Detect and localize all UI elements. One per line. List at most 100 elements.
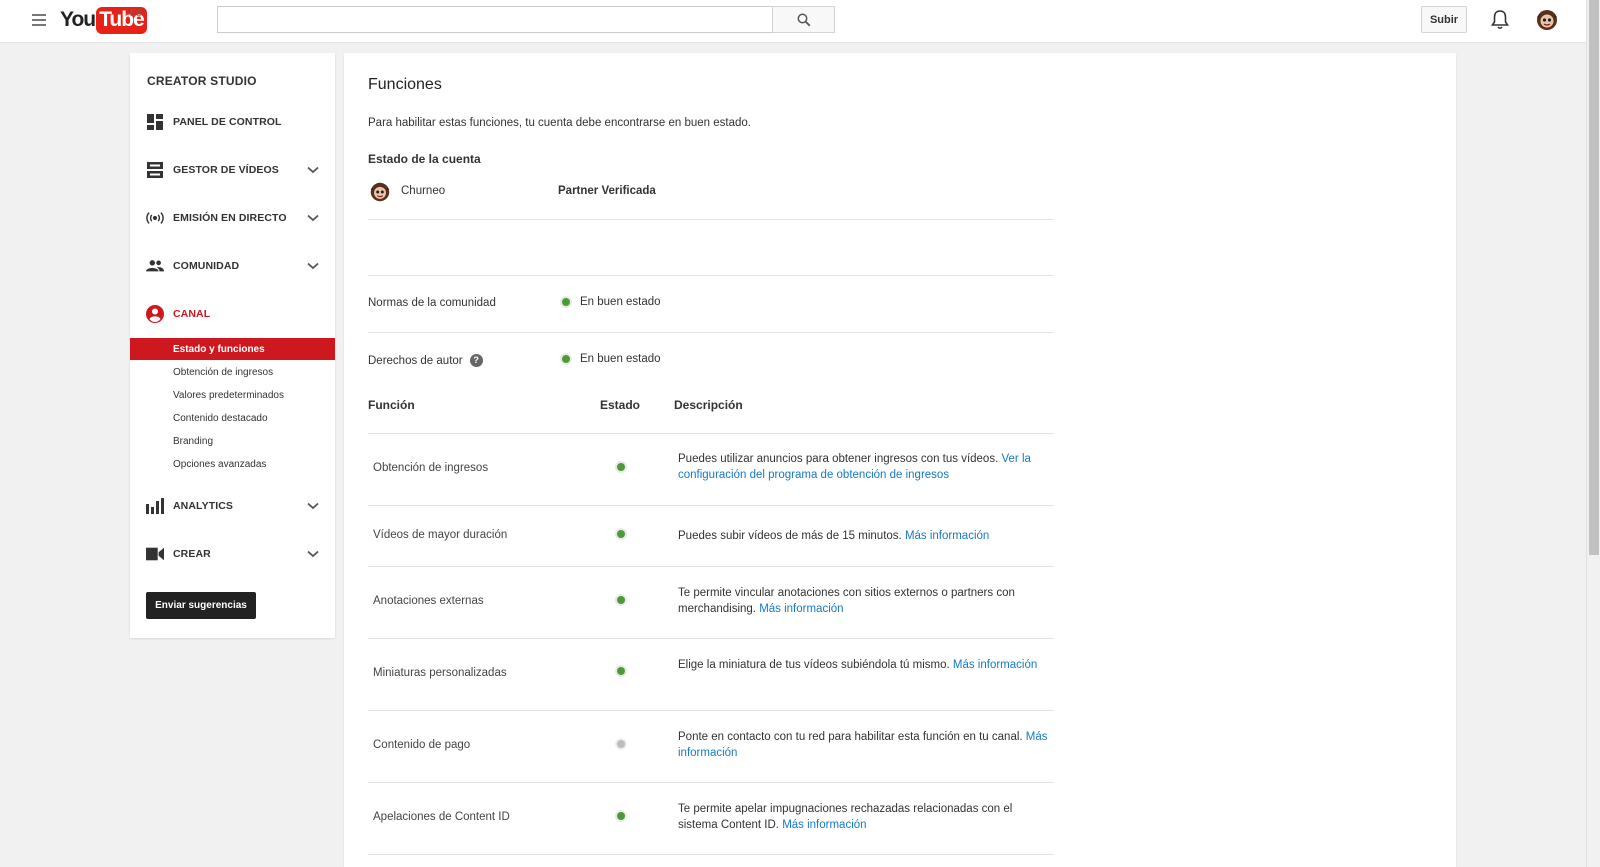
search-button[interactable] bbox=[772, 6, 835, 33]
chevron-down-icon[interactable] bbox=[307, 214, 319, 222]
column-header-status: Estado bbox=[600, 398, 641, 412]
standing-value: En buen estado bbox=[580, 296, 661, 308]
chevron-down-icon[interactable] bbox=[307, 502, 319, 510]
sidebar-item-live[interactable]: EMISIÓN EN DIRECTO bbox=[130, 203, 335, 233]
feature-desc-text: Puedes utilizar anuncios para obtener in… bbox=[678, 453, 1002, 465]
feature-desc-text: Ponte en contacto con tu red para habili… bbox=[678, 731, 1026, 743]
sidebar-item-label: CANAL bbox=[173, 308, 211, 320]
feature-name: Miniaturas personalizadas bbox=[373, 667, 507, 679]
create-icon bbox=[146, 545, 164, 563]
feature-status bbox=[615, 664, 627, 682]
upload-button[interactable]: Subir bbox=[1421, 6, 1467, 33]
feature-link[interactable]: Más información bbox=[759, 603, 843, 615]
sidebar-item-channel[interactable]: CANAL bbox=[130, 299, 335, 329]
standing-label: Derechos de autor bbox=[368, 354, 463, 367]
analytics-icon bbox=[146, 497, 164, 515]
standing-value: En buen estado bbox=[580, 353, 661, 365]
status-enabled-icon bbox=[615, 810, 627, 822]
status-enabled-icon bbox=[615, 461, 627, 473]
sidebar-item-create[interactable]: CREAR bbox=[130, 539, 335, 569]
intro-text: Para habilitar estas funciones, tu cuent… bbox=[368, 117, 751, 129]
subitem-label: Obtención de ingresos bbox=[173, 366, 274, 378]
feature-description: Ponte en contacto con tu red para habili… bbox=[678, 729, 1053, 761]
feature-description: Elige la miniatura de tus vídeos subiénd… bbox=[678, 657, 1053, 673]
page-scrollbar[interactable] bbox=[1586, 0, 1600, 867]
status-good-icon bbox=[560, 296, 572, 308]
standing-label: Normas de la comunidad bbox=[368, 297, 496, 309]
divider bbox=[368, 219, 1054, 220]
scrollbar-thumb[interactable] bbox=[1589, 0, 1599, 555]
feature-desc-text: Te permite vincular anotaciones con siti… bbox=[678, 587, 1015, 615]
sidebar-item-label: EMISIÓN EN DIRECTO bbox=[173, 212, 287, 224]
community-icon bbox=[146, 257, 164, 275]
notifications-bell-icon[interactable] bbox=[1490, 9, 1510, 31]
chevron-down-icon[interactable] bbox=[307, 262, 319, 270]
channel-avatar bbox=[368, 180, 392, 204]
feature-name: Anotaciones externas bbox=[373, 595, 484, 607]
feature-status bbox=[615, 460, 627, 478]
sidebar-item-label: GESTOR DE VÍDEOS bbox=[173, 164, 279, 176]
status-disabled-icon bbox=[615, 738, 627, 750]
sidebar-item-label: CREAR bbox=[173, 548, 211, 560]
masthead: You Tube ES Subir bbox=[0, 0, 1586, 43]
live-broadcast-icon bbox=[146, 209, 164, 227]
feature-link[interactable]: Más información bbox=[953, 659, 1037, 671]
community-guidelines-status: En buen estado bbox=[560, 296, 661, 308]
video-manager-icon bbox=[146, 161, 164, 179]
status-enabled-icon bbox=[615, 665, 627, 677]
feature-description: Te permite apelar impugnaciones rechazad… bbox=[678, 801, 1053, 833]
sidebar-item-label: PANEL DE CONTROL bbox=[173, 116, 282, 128]
divider bbox=[368, 566, 1054, 567]
divider bbox=[368, 275, 1054, 276]
divider bbox=[368, 505, 1054, 506]
status-enabled-icon bbox=[615, 528, 627, 540]
sidebar-item-dashboard[interactable]: PANEL DE CONTROL bbox=[130, 107, 335, 137]
sidebar-subitem-advanced[interactable]: Opciones avanzadas bbox=[130, 453, 335, 475]
subitem-label: Valores predeterminados bbox=[173, 389, 284, 401]
sidebar-item-analytics[interactable]: ANALYTICS bbox=[130, 491, 335, 521]
divider bbox=[368, 332, 1054, 333]
channel-name: Churneo bbox=[401, 185, 446, 197]
dashboard-icon bbox=[146, 113, 164, 131]
sidebar-subitem-defaults[interactable]: Valores predeterminados bbox=[130, 384, 335, 406]
sidebar-item-video-manager[interactable]: GESTOR DE VÍDEOS bbox=[130, 155, 335, 185]
feature-desc-text: Puedes subir vídeos de más de 15 minutos… bbox=[678, 530, 905, 542]
chevron-down-icon[interactable] bbox=[307, 550, 319, 558]
chevron-down-icon[interactable] bbox=[307, 166, 319, 174]
divider bbox=[368, 782, 1054, 783]
main-content: Funciones Para habilitar estas funciones… bbox=[344, 53, 1456, 867]
sidebar-subitem-status-features[interactable]: Estado y funciones bbox=[130, 338, 335, 360]
divider bbox=[368, 433, 1054, 434]
sidebar-item-label: ANALYTICS bbox=[173, 500, 234, 512]
subitem-label: Branding bbox=[173, 435, 214, 447]
feature-link[interactable]: Más información bbox=[905, 530, 989, 542]
logo-you-text: You bbox=[60, 8, 96, 31]
sidebar-subitem-branding[interactable]: Branding bbox=[130, 430, 335, 452]
feature-status bbox=[615, 809, 627, 827]
divider bbox=[368, 710, 1054, 711]
divider bbox=[368, 638, 1054, 639]
feature-status bbox=[615, 593, 627, 611]
sidebar-title: CREATOR STUDIO bbox=[147, 74, 257, 88]
account-avatar[interactable] bbox=[1534, 7, 1560, 33]
help-icon[interactable]: ? bbox=[469, 354, 483, 367]
account-status-value: Partner Verificada bbox=[558, 185, 656, 197]
column-header-description: Descripción bbox=[674, 398, 743, 412]
creator-studio-sidebar: CREATOR STUDIO PANEL DE CONTROL GESTOR D… bbox=[130, 53, 335, 638]
channel-icon bbox=[146, 305, 164, 323]
guide-menu-icon[interactable] bbox=[32, 14, 46, 26]
search-input[interactable] bbox=[217, 6, 772, 33]
sidebar-subitem-monetization[interactable]: Obtención de ingresos bbox=[130, 361, 335, 383]
divider bbox=[368, 854, 1054, 855]
sidebar-item-label: COMUNIDAD bbox=[173, 260, 240, 272]
community-guidelines-label: Normas de la comunidad bbox=[368, 297, 496, 309]
feature-name: Obtención de ingresos bbox=[373, 462, 489, 474]
copyright-label: Derechos de autor? bbox=[368, 354, 483, 367]
feature-link[interactable]: Más información bbox=[782, 819, 866, 831]
feature-description: Te permite vincular anotaciones con siti… bbox=[678, 585, 1053, 617]
sidebar-subitem-featured-content[interactable]: Contenido destacado bbox=[130, 407, 335, 429]
feature-name: Contenido de pago bbox=[373, 739, 471, 751]
sidebar-item-community[interactable]: COMUNIDAD bbox=[130, 251, 335, 281]
feature-status bbox=[615, 527, 627, 545]
send-feedback-button[interactable]: Enviar sugerencias bbox=[146, 592, 256, 619]
